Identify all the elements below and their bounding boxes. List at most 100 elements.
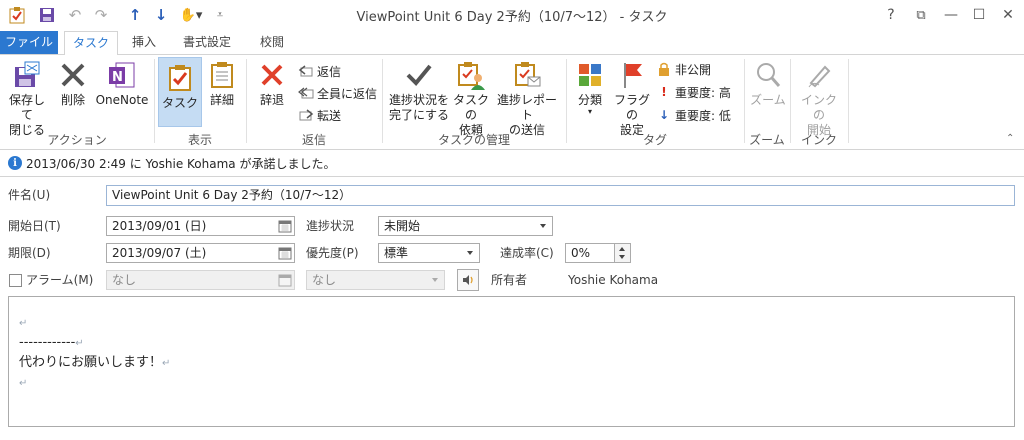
zoom-button[interactable]: ズーム bbox=[748, 59, 788, 127]
minimize-button[interactable]: — bbox=[936, 0, 966, 30]
save-icon[interactable] bbox=[36, 4, 58, 26]
divider bbox=[0, 176, 1024, 177]
previous-item-icon[interactable]: ↑ bbox=[124, 4, 146, 26]
paragraph-mark-icon: ↵ bbox=[19, 378, 28, 389]
ribbon-tab-bar: ファイル タスク 挿入 書式設定 校閲 bbox=[0, 31, 1024, 56]
categorize-label: 分類 bbox=[577, 93, 602, 107]
reply-all-label: 全員に返信 bbox=[317, 86, 378, 101]
close-button[interactable]: ✕ bbox=[993, 0, 1023, 30]
decline-icon bbox=[261, 64, 283, 86]
due-date-field[interactable]: 2013/09/07 (土) bbox=[106, 243, 295, 263]
tab-file[interactable]: ファイル bbox=[0, 31, 58, 54]
reply-icon bbox=[298, 65, 313, 77]
group-label-tags: タグ bbox=[642, 133, 667, 147]
zoom-label: ズーム bbox=[750, 93, 786, 107]
percent-complete-stepper[interactable]: 0% bbox=[565, 243, 631, 263]
priority-value: 標準 bbox=[384, 246, 409, 260]
group-separator bbox=[848, 59, 849, 143]
follow-up-button[interactable]: フラグの 設定 bbox=[610, 59, 654, 137]
delete-button[interactable]: 削除 bbox=[56, 59, 90, 127]
decline-button[interactable]: 辞退 bbox=[254, 59, 290, 127]
paragraph-mark-icon: ↵ bbox=[19, 318, 28, 329]
spin-buttons[interactable] bbox=[614, 244, 630, 262]
reminder-checkbox[interactable] bbox=[9, 274, 22, 287]
status-value: 未開始 bbox=[384, 219, 421, 233]
priority-select[interactable]: 標準 bbox=[378, 243, 480, 263]
save-close-button[interactable]: 保存して 閉じる bbox=[4, 59, 50, 137]
categorize-button[interactable]: 分類 ▾ bbox=[572, 59, 608, 127]
arrow-down-icon: ↓ bbox=[658, 108, 670, 122]
body-line: 代わりにお願いします！↵ bbox=[19, 355, 171, 370]
decline-label: 辞退 bbox=[259, 93, 284, 107]
group-label-show: 表示 bbox=[187, 133, 212, 147]
delete-label: 削除 bbox=[60, 93, 85, 107]
group-label-ink: インク bbox=[800, 133, 837, 147]
flag-icon bbox=[624, 63, 642, 88]
customize-qat-icon[interactable]: ⩡ bbox=[212, 4, 228, 26]
status-select[interactable]: 未開始 bbox=[378, 216, 553, 236]
subject-value: ViewPoint Unit 6 Day 2予約（10/7～12） bbox=[112, 188, 352, 202]
ribbon: 保存して 閉じる 削除 N OneNote アクション タスク 詳細 表示 辞退… bbox=[0, 55, 1024, 150]
redo-icon[interactable]: ↷ bbox=[90, 4, 112, 26]
spin-up-icon[interactable] bbox=[619, 247, 625, 251]
tab-insert[interactable]: 挿入 bbox=[122, 31, 166, 54]
start-inking-button[interactable]: インクの 開始 bbox=[796, 59, 842, 137]
task-body-editor[interactable]: ↵ ------------↵ 代わりにお願いします！↵ ↵ bbox=[8, 296, 1015, 427]
percent-complete-label: 達成率(C) bbox=[500, 246, 554, 260]
maximize-button[interactable]: ☐ bbox=[964, 0, 994, 30]
forward-button[interactable]: 転送 bbox=[298, 105, 341, 125]
ribbon-display-button[interactable]: ⧉ bbox=[906, 0, 936, 30]
next-item-icon[interactable]: ↓ bbox=[150, 4, 172, 26]
pen-icon bbox=[808, 65, 831, 88]
tab-task[interactable]: タスク bbox=[64, 31, 118, 56]
reminder-time-value: なし bbox=[312, 273, 337, 287]
task-view-button[interactable]: タスク bbox=[158, 57, 202, 127]
group-label-actions: アクション bbox=[47, 133, 107, 147]
tab-review[interactable]: 校閲 bbox=[248, 31, 296, 54]
status-report-icon bbox=[515, 62, 541, 87]
reminder-label: アラーム(M) bbox=[26, 273, 94, 287]
high-importance-button[interactable]: ! 重要度: 高 bbox=[656, 82, 731, 102]
undo-icon[interactable]: ↶ bbox=[64, 4, 86, 26]
start-date-value: 2013/09/01 (日) bbox=[112, 219, 207, 233]
collapse-ribbon-icon[interactable]: ⌃ bbox=[1006, 133, 1014, 144]
priority-label: 優先度(P) bbox=[306, 246, 359, 260]
reminder-time-select[interactable]: なし bbox=[306, 270, 445, 290]
subject-label: 件名(U) bbox=[8, 188, 51, 202]
owner-label: 所有者 bbox=[491, 273, 528, 287]
calendar-icon[interactable] bbox=[278, 273, 292, 287]
assign-task-button[interactable]: タスクの 依頼 bbox=[450, 59, 492, 137]
touch-mode-icon[interactable]: ✋▾ bbox=[176, 4, 206, 26]
due-date-value: 2013/09/07 (土) bbox=[112, 246, 207, 260]
start-date-field[interactable]: 2013/09/01 (日) bbox=[106, 216, 295, 236]
mark-complete-button[interactable]: 進捗状況を 完了にする bbox=[388, 59, 450, 127]
onenote-icon: N bbox=[109, 62, 135, 88]
info-icon: i bbox=[8, 156, 22, 170]
reminder-sound-button[interactable] bbox=[457, 269, 479, 291]
task-view-icon bbox=[169, 65, 191, 91]
spin-down-icon[interactable] bbox=[619, 255, 625, 259]
due-date-label: 期限(D) bbox=[8, 246, 51, 260]
reply-all-button[interactable]: 全員に返信 bbox=[298, 83, 377, 103]
help-button[interactable]: ? bbox=[876, 0, 906, 30]
categorize-icon bbox=[579, 64, 601, 86]
reply-button[interactable]: 返信 bbox=[298, 61, 341, 81]
paragraph-mark-icon: ↵ bbox=[162, 358, 171, 369]
start-date-label: 開始日(T) bbox=[8, 219, 61, 233]
reminder-date-field[interactable]: なし bbox=[106, 270, 295, 290]
chevron-down-icon bbox=[540, 224, 546, 228]
onenote-button[interactable]: N OneNote bbox=[94, 59, 150, 127]
owner-value: Yoshie Kohama bbox=[568, 273, 659, 287]
send-status-report-button[interactable]: 進捗レポート の送信 bbox=[494, 59, 560, 137]
private-button[interactable]: 非公開 bbox=[656, 59, 711, 79]
forward-icon bbox=[299, 109, 314, 121]
group-label-zoom: ズーム bbox=[749, 133, 785, 147]
details-button[interactable]: 詳細 bbox=[204, 59, 240, 127]
calendar-icon[interactable] bbox=[278, 246, 292, 260]
low-importance-button[interactable]: ↓ 重要度: 低 bbox=[656, 105, 731, 125]
magnifier-icon bbox=[757, 63, 781, 87]
exclamation-icon: ! bbox=[661, 85, 667, 99]
calendar-icon[interactable] bbox=[278, 219, 292, 233]
subject-field[interactable]: ViewPoint Unit 6 Day 2予約（10/7～12） bbox=[106, 185, 1015, 206]
tab-format[interactable]: 書式設定 bbox=[174, 31, 240, 54]
